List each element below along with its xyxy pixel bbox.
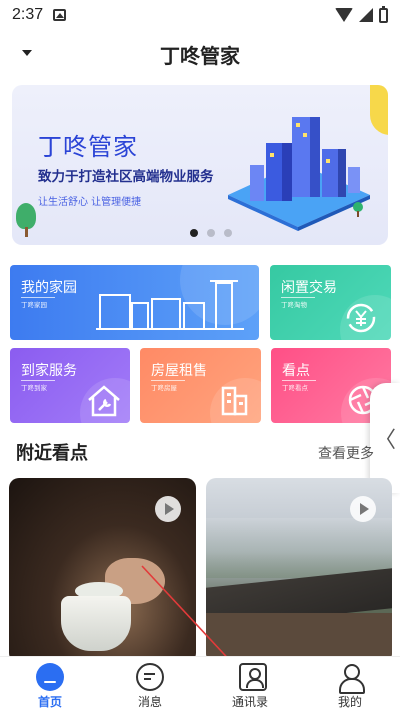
see-more-link[interactable]: 查看更多 — [318, 443, 374, 463]
tile-title: 闲置交易 — [281, 280, 337, 296]
wifi-icon — [335, 8, 353, 22]
status-indicators — [335, 5, 388, 23]
bottom-tab-bar: 首页 消息 通讯录 我的 — [0, 656, 400, 711]
tab-label: 首页 — [37, 695, 62, 709]
chevron-left-icon: 〈 — [373, 428, 396, 453]
signal-icon — [359, 8, 373, 22]
page-dot[interactable] — [207, 229, 215, 237]
tile-subtitle: 丁咚家园 — [21, 301, 47, 309]
play-icon[interactable] — [350, 496, 376, 522]
video-card[interactable] — [9, 478, 196, 663]
user-icon — [336, 663, 365, 694]
tab-home[interactable]: 首页 — [0, 657, 100, 711]
contacts-icon — [239, 663, 267, 691]
banner-page-indicator — [190, 229, 232, 237]
tile-subtitle: 丁咚到家 — [21, 384, 47, 392]
banner-slogan: 致力于打造社区高端物业服务 — [38, 169, 214, 185]
dropdown-caret-icon[interactable] — [22, 50, 32, 56]
battery-icon — [379, 5, 388, 23]
message-icon — [136, 663, 164, 691]
tab-me[interactable]: 我的 — [300, 657, 400, 711]
title-underline — [21, 297, 55, 298]
tile-title: 看点 — [282, 363, 310, 379]
home-icon — [36, 663, 64, 691]
city-illustration — [228, 117, 370, 231]
tile-house-rent-sale[interactable]: 房屋租售 丁咚房屋 — [140, 348, 261, 423]
tile-title: 到家服务 — [21, 363, 77, 379]
page-title: 丁咚管家 — [160, 43, 240, 68]
tab-messages[interactable]: 消息 — [100, 657, 200, 711]
video-thumbnail — [206, 518, 392, 578]
title-underline — [151, 380, 185, 381]
tile-idle-trade[interactable]: 闲置交易 丁咚淘物 — [270, 265, 391, 340]
banner-tagline: 让生活舒心 让管理便捷 — [38, 197, 142, 208]
tile-home-service[interactable]: 到家服务 丁咚到家 — [10, 348, 130, 423]
tile-subtitle: 丁咚淘物 — [281, 301, 307, 309]
building-icon — [221, 386, 248, 416]
image-notification-icon — [53, 9, 67, 21]
play-icon[interactable] — [155, 496, 181, 522]
title-underline — [282, 380, 316, 381]
app-header: 丁咚管家 — [0, 34, 400, 74]
tile-subtitle: 丁咚看点 — [282, 384, 308, 392]
title-underline — [281, 297, 315, 298]
status-time: 2:37 — [12, 6, 44, 23]
tile-title: 我的家园 — [21, 280, 77, 296]
tab-label: 消息 — [137, 695, 162, 709]
promo-banner[interactable]: 丁咚管家 致力于打造社区高端物业服务 让生活舒心 让管理便捷 — [12, 85, 388, 245]
tile-subtitle: 丁咚房屋 — [151, 384, 177, 392]
tile-title: 房屋租售 — [151, 363, 207, 379]
tile-my-home[interactable]: 我的家园 丁咚家园 — [10, 265, 259, 340]
tab-contacts[interactable]: 通讯录 — [200, 657, 300, 711]
page-dot[interactable] — [224, 229, 232, 237]
buildings-icon — [96, 280, 244, 330]
status-bar: 2:37 — [0, 0, 400, 30]
section-title: 附近看点 — [16, 443, 88, 464]
title-underline — [21, 380, 55, 381]
yuan-exchange-icon — [346, 303, 376, 333]
tree-illustration — [16, 203, 38, 237]
video-card[interactable] — [206, 478, 392, 663]
banner-headline: 丁咚管家 — [38, 133, 138, 161]
page-dot[interactable] — [190, 229, 198, 237]
side-drawer-handle[interactable]: 〈 — [370, 383, 400, 493]
home-repair-icon — [88, 385, 120, 417]
tab-label: 我的 — [337, 695, 362, 709]
tab-label: 通讯录 — [231, 695, 268, 709]
